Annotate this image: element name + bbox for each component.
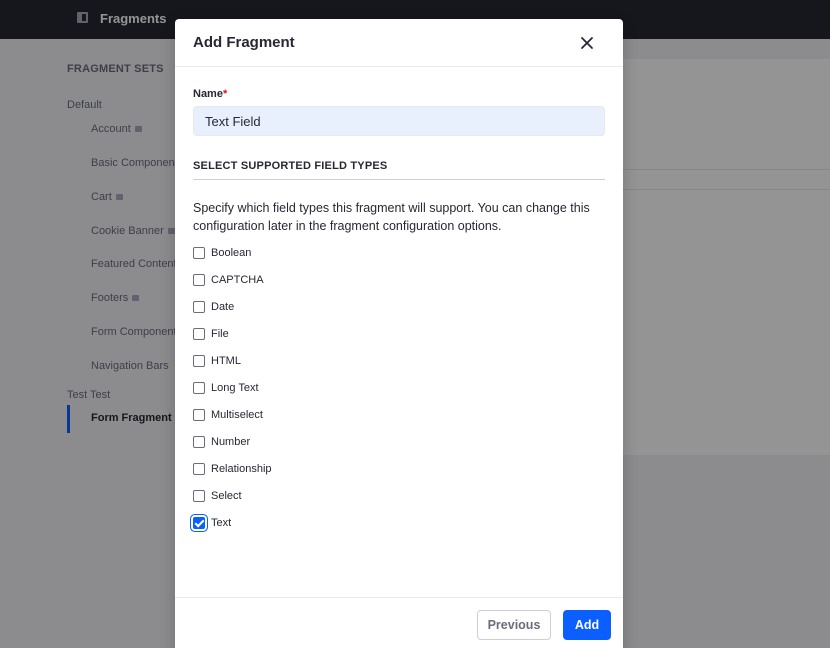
checkbox[interactable]	[193, 436, 205, 448]
section-divider	[193, 179, 605, 180]
field-type-file[interactable]: File	[193, 326, 229, 342]
field-type-date[interactable]: Date	[193, 299, 234, 315]
checkbox-label: Date	[211, 301, 235, 313]
field-type-select[interactable]: Select	[193, 488, 242, 504]
field-type-multiselect[interactable]: Multiselect	[193, 407, 263, 423]
modal-title: Add Fragment	[193, 34, 295, 51]
checkbox-label: Text	[211, 517, 232, 529]
checkbox[interactable]	[193, 490, 205, 502]
previous-button[interactable]: Previous	[477, 610, 551, 640]
checkbox[interactable]	[193, 463, 205, 475]
field-type-long-text[interactable]: Long Text	[193, 380, 259, 396]
close-icon	[581, 37, 593, 49]
close-button[interactable]	[577, 33, 597, 53]
checkbox-label: HTML	[211, 355, 241, 367]
section-title: SELECT SUPPORTED FIELD TYPES	[193, 160, 388, 172]
checkbox[interactable]	[193, 382, 205, 394]
checkbox[interactable]	[193, 409, 205, 421]
field-type-number[interactable]: Number	[193, 434, 250, 450]
name-label: Name*	[193, 88, 228, 100]
name-input[interactable]	[193, 106, 605, 136]
field-type-html[interactable]: HTML	[193, 353, 241, 369]
field-type-boolean[interactable]: Boolean	[193, 245, 251, 261]
field-type-captcha[interactable]: CAPTCHA	[193, 272, 264, 288]
modal-header: Add Fragment	[175, 19, 623, 67]
checkbox-label: Long Text	[211, 382, 259, 394]
checkbox-label: Select	[211, 490, 242, 502]
checkbox-label: Relationship	[211, 463, 272, 475]
required-mark: *	[222, 88, 228, 100]
field-types-description: Specify which field types this fragment …	[193, 201, 590, 233]
checkbox[interactable]	[193, 517, 205, 529]
checkbox[interactable]	[193, 247, 205, 259]
field-type-relationship[interactable]: Relationship	[193, 461, 272, 477]
checkbox[interactable]	[193, 355, 205, 367]
checkbox[interactable]	[193, 328, 205, 340]
add-button[interactable]: Add	[563, 610, 611, 640]
checkbox[interactable]	[193, 274, 205, 286]
checkbox-label: CAPTCHA	[211, 274, 264, 286]
checkbox-label: Number	[211, 436, 251, 448]
field-type-text[interactable]: Text	[193, 515, 231, 531]
checkbox[interactable]	[193, 301, 205, 313]
add-fragment-modal: Add Fragment Name* SELECT SUPPORTED FIEL…	[175, 19, 623, 648]
checkbox-label: File	[211, 328, 229, 340]
checkbox-label: Multiselect	[211, 409, 263, 421]
modal-footer: Previous Add	[175, 597, 623, 648]
checkbox-label: Boolean	[211, 247, 252, 259]
